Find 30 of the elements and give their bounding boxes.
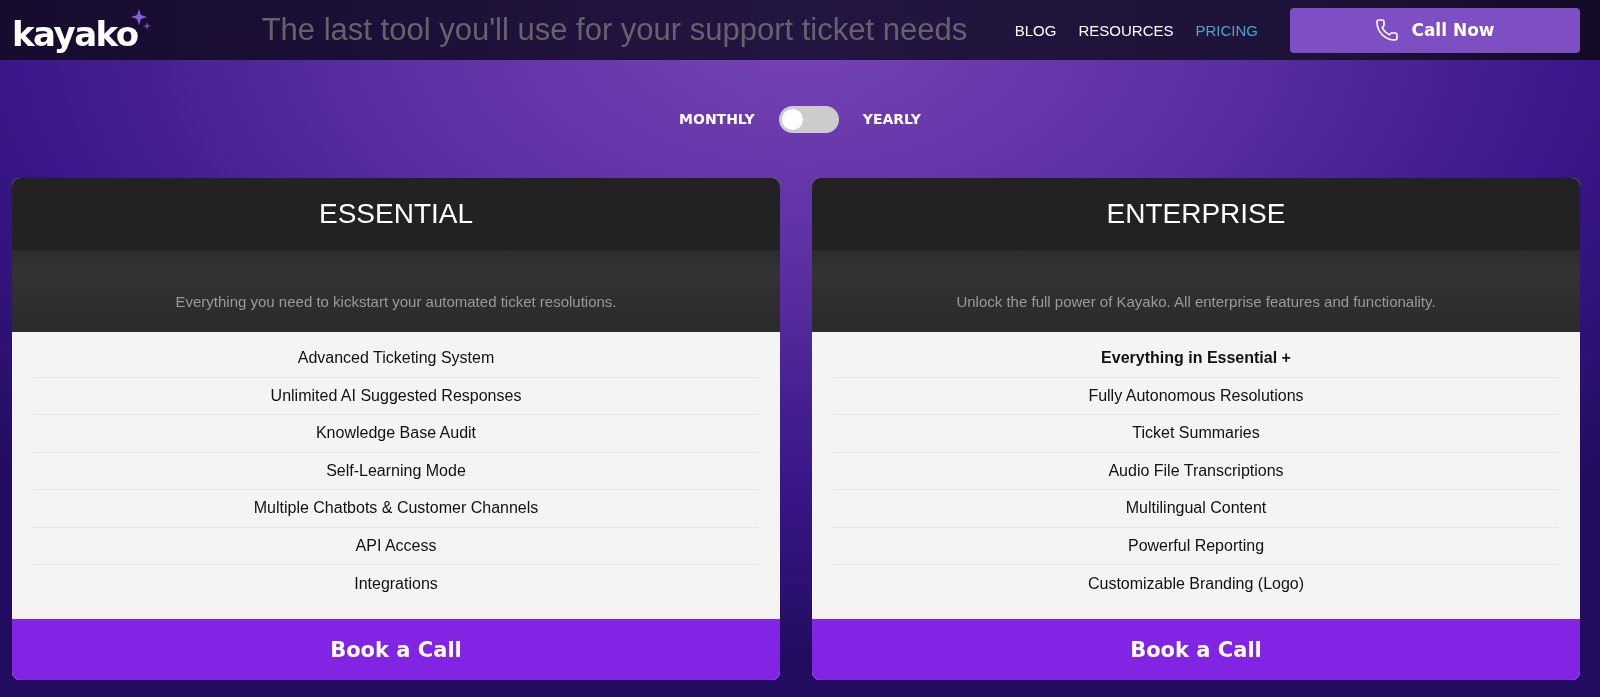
toggle-label: YEARLY	[862, 111, 921, 127]
logo-wordmark[interactable]: kayako	[12, 17, 138, 51]
feature-item: API Access	[34, 527, 758, 565]
nav-link[interactable]: RESOURCES	[1078, 21, 1174, 39]
nav-link[interactable]: BLOG	[1014, 21, 1057, 39]
feature-item: Self-Learning Mode	[34, 452, 758, 490]
plan-title: ESSENTIAL	[12, 178, 780, 250]
feature-item: Ticket Summaries	[834, 415, 1558, 453]
feature-item: Multilingual Content	[834, 490, 1558, 528]
book-call-button[interactable]: Book a Call	[12, 619, 780, 680]
feature-item: Advanced Ticketing System	[34, 340, 758, 378]
plan-description: Unlock the full power of Kayako. All enterprise features and functionality.	[956, 293, 1436, 310]
feature-item: Integrations	[353, 573, 439, 594]
feature-item: Fully Autonomous Resolutions	[834, 377, 1558, 415]
feature-item: Audio File Transcriptions	[834, 452, 1558, 490]
feature-item: Knowledge Base Audit	[34, 415, 758, 453]
billing-toggle[interactable]	[778, 105, 839, 133]
phone-icon	[1375, 18, 1400, 42]
plan-title: ENTERPRISE	[812, 178, 1580, 250]
book-call-button[interactable]: Book a Call	[812, 619, 1580, 680]
feature-item: Unlimited AI Suggested Responses	[34, 377, 758, 415]
feature-item: Powerful Reporting	[834, 527, 1558, 565]
toggle-label: MONTHLY	[679, 111, 755, 127]
call-now-button[interactable]: Call Now	[1290, 7, 1580, 53]
feature-item: Multiple Chatbots & Customer Channels	[34, 490, 758, 528]
plan-description: Everything you need to kickstart your automated ticket resolutions.	[175, 293, 617, 310]
nav-link[interactable]: PRICING	[1195, 21, 1258, 39]
feature-item: Customizable Branding (Logo)	[1086, 573, 1306, 594]
headline: The last tool you'll use for your support ticket needs	[261, 12, 969, 48]
feature-item: Everything in Essential +	[834, 340, 1558, 378]
